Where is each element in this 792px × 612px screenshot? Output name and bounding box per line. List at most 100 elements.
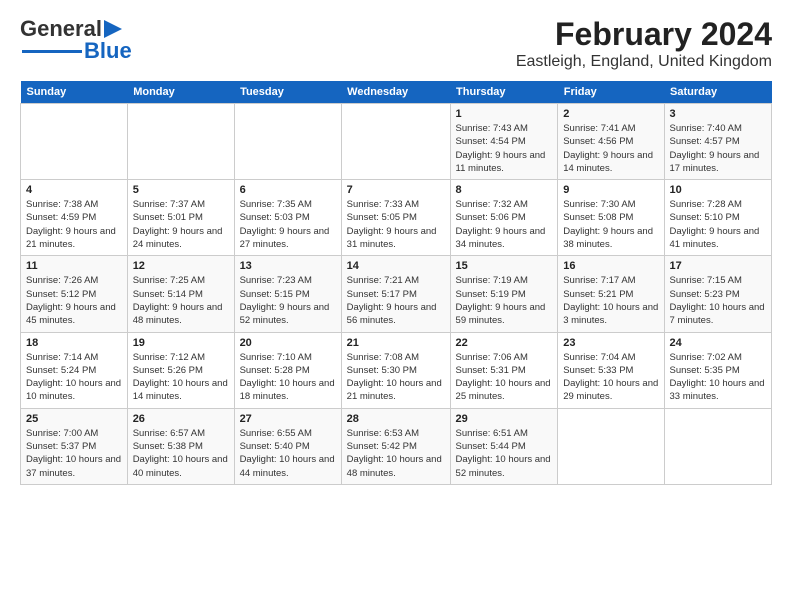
day-info: Sunrise: 7:10 AM Sunset: 5:28 PM Dayligh…: [240, 351, 336, 404]
day-info: Sunrise: 7:06 AM Sunset: 5:31 PM Dayligh…: [456, 351, 553, 404]
calendar-header-row: Sunday Monday Tuesday Wednesday Thursday…: [21, 81, 772, 104]
day-info: Sunrise: 7:40 AM Sunset: 4:57 PM Dayligh…: [670, 122, 766, 175]
day-number: 20: [240, 337, 336, 349]
col-friday: Friday: [558, 81, 664, 104]
calendar-cell: 1 Sunrise: 7:43 AM Sunset: 4:54 PM Dayli…: [450, 104, 558, 180]
calendar-cell: 20 Sunrise: 7:10 AM Sunset: 5:28 PM Dayl…: [234, 332, 341, 408]
calendar-cell: [127, 104, 234, 180]
col-saturday: Saturday: [664, 81, 771, 104]
day-number: 18: [26, 337, 122, 349]
calendar-cell: 22 Sunrise: 7:06 AM Sunset: 5:31 PM Dayl…: [450, 332, 558, 408]
day-number: 29: [456, 413, 553, 425]
day-info: Sunrise: 7:37 AM Sunset: 5:01 PM Dayligh…: [133, 198, 229, 251]
col-sunday: Sunday: [21, 81, 128, 104]
day-info: Sunrise: 7:38 AM Sunset: 4:59 PM Dayligh…: [26, 198, 122, 251]
col-thursday: Thursday: [450, 81, 558, 104]
calendar-week-row: 1 Sunrise: 7:43 AM Sunset: 4:54 PM Dayli…: [21, 104, 772, 180]
calendar-cell: 4 Sunrise: 7:38 AM Sunset: 4:59 PM Dayli…: [21, 180, 128, 256]
day-info: Sunrise: 7:00 AM Sunset: 5:37 PM Dayligh…: [26, 427, 122, 480]
day-number: 2: [563, 108, 658, 120]
day-info: Sunrise: 7:15 AM Sunset: 5:23 PM Dayligh…: [670, 274, 766, 327]
day-number: 19: [133, 337, 229, 349]
calendar-cell: 5 Sunrise: 7:37 AM Sunset: 5:01 PM Dayli…: [127, 180, 234, 256]
calendar-cell: 25 Sunrise: 7:00 AM Sunset: 5:37 PM Dayl…: [21, 408, 128, 484]
calendar-cell: 26 Sunrise: 6:57 AM Sunset: 5:38 PM Dayl…: [127, 408, 234, 484]
day-number: 23: [563, 337, 658, 349]
calendar-cell: 14 Sunrise: 7:21 AM Sunset: 5:17 PM Dayl…: [341, 256, 450, 332]
calendar-cell: [664, 408, 771, 484]
day-number: 28: [347, 413, 445, 425]
calendar-cell: 29 Sunrise: 6:51 AM Sunset: 5:44 PM Dayl…: [450, 408, 558, 484]
day-number: 25: [26, 413, 122, 425]
day-info: Sunrise: 7:43 AM Sunset: 4:54 PM Dayligh…: [456, 122, 553, 175]
day-info: Sunrise: 7:33 AM Sunset: 5:05 PM Dayligh…: [347, 198, 445, 251]
calendar-cell: 19 Sunrise: 7:12 AM Sunset: 5:26 PM Dayl…: [127, 332, 234, 408]
col-wednesday: Wednesday: [341, 81, 450, 104]
calendar-cell: [341, 104, 450, 180]
day-info: Sunrise: 7:19 AM Sunset: 5:19 PM Dayligh…: [456, 274, 553, 327]
day-info: Sunrise: 7:12 AM Sunset: 5:26 PM Dayligh…: [133, 351, 229, 404]
day-number: 16: [563, 260, 658, 272]
day-number: 8: [456, 184, 553, 196]
day-number: 26: [133, 413, 229, 425]
day-number: 7: [347, 184, 445, 196]
day-info: Sunrise: 7:17 AM Sunset: 5:21 PM Dayligh…: [563, 274, 658, 327]
calendar-cell: 10 Sunrise: 7:28 AM Sunset: 5:10 PM Dayl…: [664, 180, 771, 256]
day-number: 15: [456, 260, 553, 272]
day-number: 5: [133, 184, 229, 196]
day-number: 24: [670, 337, 766, 349]
day-info: Sunrise: 7:23 AM Sunset: 5:15 PM Dayligh…: [240, 274, 336, 327]
day-number: 9: [563, 184, 658, 196]
day-info: Sunrise: 6:51 AM Sunset: 5:44 PM Dayligh…: [456, 427, 553, 480]
calendar-cell: 21 Sunrise: 7:08 AM Sunset: 5:30 PM Dayl…: [341, 332, 450, 408]
calendar-cell: [558, 408, 664, 484]
day-number: 3: [670, 108, 766, 120]
calendar-cell: 8 Sunrise: 7:32 AM Sunset: 5:06 PM Dayli…: [450, 180, 558, 256]
day-info: Sunrise: 7:08 AM Sunset: 5:30 PM Dayligh…: [347, 351, 445, 404]
day-info: Sunrise: 7:25 AM Sunset: 5:14 PM Dayligh…: [133, 274, 229, 327]
calendar-cell: 3 Sunrise: 7:40 AM Sunset: 4:57 PM Dayli…: [664, 104, 771, 180]
calendar-cell: 13 Sunrise: 7:23 AM Sunset: 5:15 PM Dayl…: [234, 256, 341, 332]
calendar-cell: 24 Sunrise: 7:02 AM Sunset: 5:35 PM Dayl…: [664, 332, 771, 408]
calendar-week-row: 11 Sunrise: 7:26 AM Sunset: 5:12 PM Dayl…: [21, 256, 772, 332]
day-info: Sunrise: 6:55 AM Sunset: 5:40 PM Dayligh…: [240, 427, 336, 480]
day-number: 6: [240, 184, 336, 196]
day-info: Sunrise: 7:41 AM Sunset: 4:56 PM Dayligh…: [563, 122, 658, 175]
calendar-cell: 15 Sunrise: 7:19 AM Sunset: 5:19 PM Dayl…: [450, 256, 558, 332]
day-info: Sunrise: 7:28 AM Sunset: 5:10 PM Dayligh…: [670, 198, 766, 251]
day-number: 4: [26, 184, 122, 196]
calendar-cell: 23 Sunrise: 7:04 AM Sunset: 5:33 PM Dayl…: [558, 332, 664, 408]
day-number: 22: [456, 337, 553, 349]
calendar-cell: 16 Sunrise: 7:17 AM Sunset: 5:21 PM Dayl…: [558, 256, 664, 332]
calendar-cell: 17 Sunrise: 7:15 AM Sunset: 5:23 PM Dayl…: [664, 256, 771, 332]
logo-blue-text: Blue: [84, 38, 132, 64]
day-number: 1: [456, 108, 553, 120]
day-info: Sunrise: 7:30 AM Sunset: 5:08 PM Dayligh…: [563, 198, 658, 251]
day-number: 17: [670, 260, 766, 272]
calendar-cell: 27 Sunrise: 6:55 AM Sunset: 5:40 PM Dayl…: [234, 408, 341, 484]
day-number: 12: [133, 260, 229, 272]
calendar-cell: 7 Sunrise: 7:33 AM Sunset: 5:05 PM Dayli…: [341, 180, 450, 256]
calendar-week-row: 4 Sunrise: 7:38 AM Sunset: 4:59 PM Dayli…: [21, 180, 772, 256]
page: General Blue February 2024 Eastleigh, En…: [0, 0, 792, 495]
calendar-week-row: 25 Sunrise: 7:00 AM Sunset: 5:37 PM Dayl…: [21, 408, 772, 484]
day-number: 13: [240, 260, 336, 272]
day-info: Sunrise: 7:35 AM Sunset: 5:03 PM Dayligh…: [240, 198, 336, 251]
logo: General Blue: [20, 16, 132, 64]
col-monday: Monday: [127, 81, 234, 104]
day-number: 11: [26, 260, 122, 272]
day-number: 14: [347, 260, 445, 272]
title-block: February 2024 Eastleigh, England, United…: [516, 16, 772, 71]
day-number: 10: [670, 184, 766, 196]
calendar-cell: 12 Sunrise: 7:25 AM Sunset: 5:14 PM Dayl…: [127, 256, 234, 332]
calendar-cell: 6 Sunrise: 7:35 AM Sunset: 5:03 PM Dayli…: [234, 180, 341, 256]
header: General Blue February 2024 Eastleigh, En…: [20, 16, 772, 71]
day-number: 21: [347, 337, 445, 349]
calendar-cell: 9 Sunrise: 7:30 AM Sunset: 5:08 PM Dayli…: [558, 180, 664, 256]
calendar-cell: 11 Sunrise: 7:26 AM Sunset: 5:12 PM Dayl…: [21, 256, 128, 332]
calendar-cell: [234, 104, 341, 180]
calendar-week-row: 18 Sunrise: 7:14 AM Sunset: 5:24 PM Dayl…: [21, 332, 772, 408]
day-number: 27: [240, 413, 336, 425]
day-info: Sunrise: 6:53 AM Sunset: 5:42 PM Dayligh…: [347, 427, 445, 480]
calendar-table: Sunday Monday Tuesday Wednesday Thursday…: [20, 81, 772, 485]
